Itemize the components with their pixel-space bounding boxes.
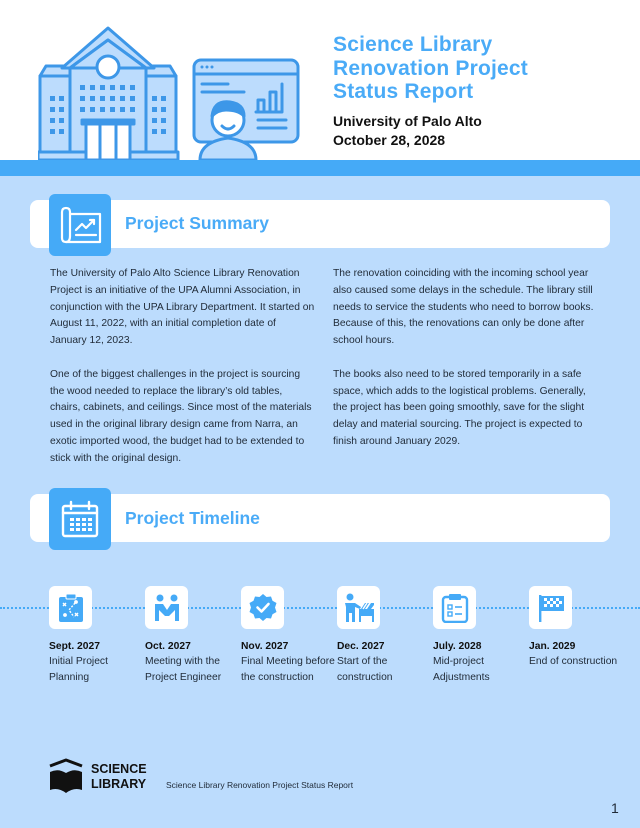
- timeline-date: Jan. 2029: [529, 641, 576, 652]
- summary-right-column: The renovation coinciding with the incom…: [333, 266, 598, 468]
- title-line-1: Science Library: [333, 33, 493, 56]
- presenter-screen-icon: [192, 58, 300, 160]
- timeline-item: Jan. 2029 End of construction: [529, 586, 629, 670]
- summary-heading: Project Summary: [125, 213, 269, 233]
- construction-worker-icon: [337, 586, 380, 629]
- summary-heading-bar: [30, 200, 610, 248]
- window-dots: [200, 65, 214, 69]
- timeline-item: Nov. 2027 Final Meeting before the const…: [241, 586, 341, 685]
- finish-flag-icon: [529, 586, 572, 629]
- hero-illustration: [38, 26, 300, 160]
- timeline-description: Initial Project Planning: [49, 656, 108, 683]
- open-book-logo-icon: [49, 758, 83, 793]
- summary-paragraph: The books also need to be stored tempora…: [333, 368, 586, 447]
- blueprint-chart-icon: [49, 194, 111, 256]
- checklist-clipboard-icon: [433, 586, 476, 629]
- report-date: October 28, 2028: [333, 132, 446, 148]
- timeline-heading: Project Timeline: [125, 508, 260, 528]
- header-divider-band: [0, 160, 640, 176]
- timeline-item: Dec. 2027 Start of the construction: [337, 586, 437, 685]
- report-title: Science Library Renovation Project Statu…: [333, 33, 528, 104]
- timeline-description: Final Meeting before the construction: [241, 656, 335, 683]
- logo-line-1: SCIENCE: [91, 762, 147, 776]
- logo-wordmark: SCIENCE LIBRARY: [91, 762, 147, 791]
- summary-paragraph: The renovation coinciding with the incom…: [333, 268, 594, 347]
- timeline-description: Mid-project Adjustments: [433, 656, 490, 683]
- timeline-date: July. 2028: [433, 641, 482, 652]
- timeline-description: End of construction: [529, 656, 618, 667]
- strategy-clipboard-icon: [49, 586, 92, 629]
- timeline-date: Dec. 2027: [337, 641, 385, 652]
- summary-paragraph: The University of Palo Alto Science Libr…: [50, 268, 315, 347]
- timeline-date: Nov. 2027: [241, 641, 289, 652]
- timeline-item: Oct. 2027 Meeting with the Project Engin…: [145, 586, 245, 685]
- calendar-icon: [49, 488, 111, 550]
- timeline-item: Sept. 2027 Initial Project Planning: [49, 586, 149, 685]
- title-line-3: Status Report: [333, 80, 474, 103]
- report-subtitle: University of Palo Alto October 28, 2028: [333, 112, 482, 150]
- timeline-description: Start of the construction: [337, 656, 393, 683]
- title-line-2: Renovation Project: [333, 56, 528, 80]
- handshake-people-icon: [145, 586, 188, 629]
- timeline-item: July. 2028 Mid-project Adjustments: [433, 586, 533, 685]
- timeline-date: Sept. 2027: [49, 641, 100, 652]
- verified-badge-icon: [241, 586, 284, 629]
- timeline-date: Oct. 2027: [145, 641, 191, 652]
- timeline-heading-bar: [30, 494, 610, 542]
- summary-left-column: The University of Palo Alto Science Libr…: [50, 266, 315, 484]
- timeline-description: Meeting with the Project Engineer: [145, 656, 222, 683]
- organization-name: University of Palo Alto: [333, 113, 482, 129]
- footer-report-name: Science Library Renovation Project Statu…: [166, 780, 354, 790]
- logo-line-2: LIBRARY: [91, 776, 147, 791]
- library-building-icon: [38, 26, 180, 160]
- page-number: 1: [611, 800, 619, 816]
- summary-paragraph: One of the biggest challenges in the pro…: [50, 368, 312, 464]
